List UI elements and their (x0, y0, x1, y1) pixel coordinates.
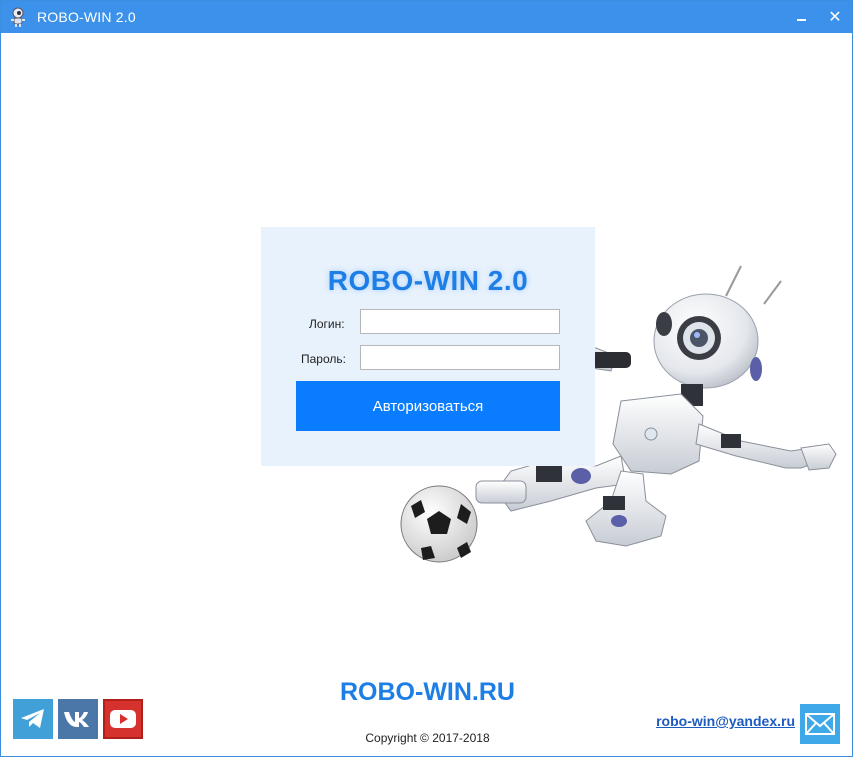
vk-button[interactable] (58, 699, 98, 739)
close-icon: ✕ (828, 9, 842, 26)
password-input[interactable] (360, 345, 560, 370)
telegram-button[interactable] (13, 699, 53, 739)
email-link[interactable]: robo-win@yandex.ru (656, 713, 795, 729)
login-label: Логин: (309, 317, 345, 331)
close-button[interactable]: ✕ (818, 1, 852, 33)
robot-icon (11, 7, 25, 27)
mail-button[interactable] (800, 704, 840, 744)
login-panel: ROBO-WIN 2.0 Логин: Пароль: Авторизовать… (261, 227, 595, 466)
login-title: ROBO-WIN 2.0 (327, 265, 529, 296)
minimize-icon (796, 19, 806, 21)
authorize-button[interactable]: Авторизоваться (296, 381, 560, 431)
login-input[interactable] (360, 309, 560, 334)
mail-icon (805, 713, 835, 735)
minimize-button[interactable] (784, 1, 818, 33)
window-title: ROBO-WIN 2.0 (37, 9, 136, 25)
password-label: Пароль: (301, 352, 346, 366)
telegram-icon (21, 709, 44, 728)
vk-icon (64, 712, 89, 727)
title-bar[interactable]: ROBO-WIN 2.0 ✕ (1, 1, 852, 33)
app-window: ROBO-WIN 2.0 ✕ ROBO-WIN 2.0 Логин: Парол… (0, 0, 853, 757)
youtube-button[interactable] (103, 699, 143, 739)
youtube-icon (110, 710, 136, 728)
